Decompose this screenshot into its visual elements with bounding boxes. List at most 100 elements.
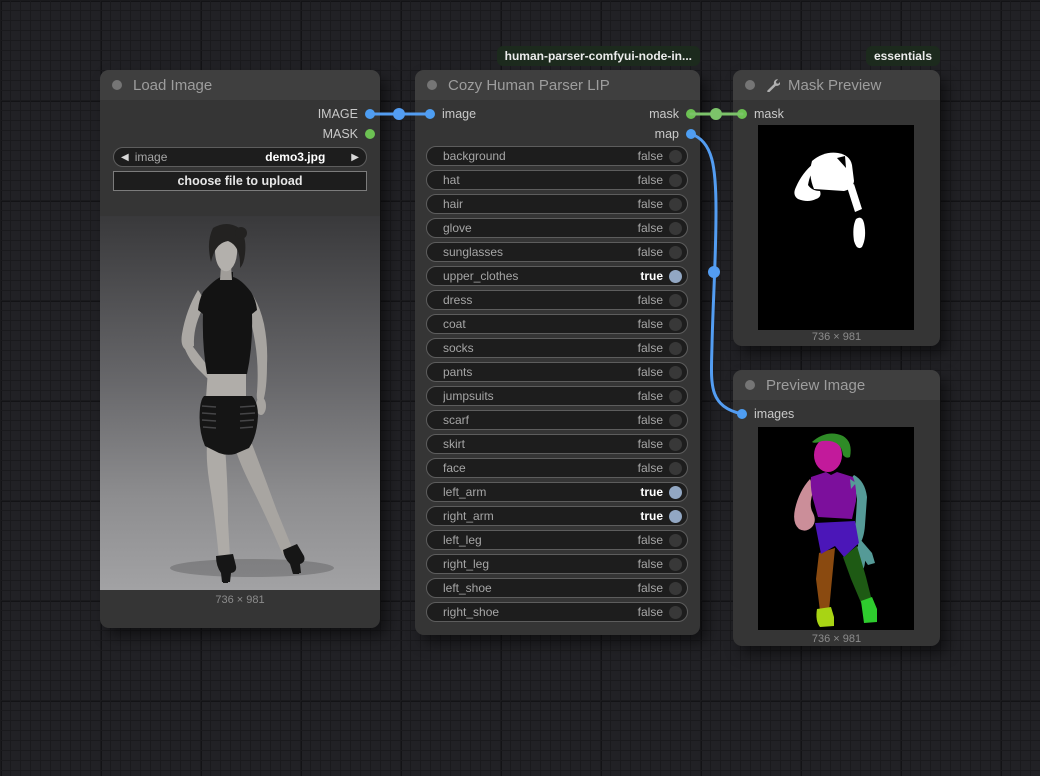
toggle-dot-icon[interactable] bbox=[669, 390, 682, 403]
toggle-dot-icon[interactable] bbox=[669, 270, 682, 283]
node-title: Preview Image bbox=[766, 377, 865, 394]
toggle-row-hair[interactable]: hairfalse bbox=[426, 194, 688, 214]
toggle-row-coat[interactable]: coatfalse bbox=[426, 314, 688, 334]
toggle-row-dress[interactable]: dressfalse bbox=[426, 290, 688, 310]
collapse-dot-icon[interactable] bbox=[427, 80, 437, 90]
output-slot-label: mask bbox=[649, 107, 679, 121]
output-slot-mask[interactable]: MASK bbox=[323, 124, 375, 144]
toggle-row-socks[interactable]: socksfalse bbox=[426, 338, 688, 358]
toggle-value: false bbox=[638, 293, 663, 307]
toggle-value: false bbox=[638, 365, 663, 379]
output-dot-map-icon[interactable] bbox=[686, 129, 696, 139]
segmentation-image-preview bbox=[758, 427, 914, 630]
toggle-row-left_arm[interactable]: left_armtrue bbox=[426, 482, 688, 502]
node-cozy-human-parser[interactable]: Cozy Human Parser LIP image mask map bac… bbox=[415, 70, 700, 635]
toggle-row-left_leg[interactable]: left_legfalse bbox=[426, 530, 688, 550]
combo-prev-arrow-icon[interactable]: ◀ bbox=[121, 152, 129, 163]
input-photo-graphic bbox=[100, 216, 380, 590]
node-title-bar[interactable]: Load Image bbox=[100, 70, 380, 100]
toggle-value: false bbox=[638, 221, 663, 235]
toggle-dot-icon[interactable] bbox=[669, 342, 682, 355]
toggle-row-left_shoe[interactable]: left_shoefalse bbox=[426, 578, 688, 598]
combo-next-arrow-icon[interactable]: ▶ bbox=[351, 152, 359, 163]
output-dot-mask-icon[interactable] bbox=[686, 109, 696, 119]
output-slot-label: map bbox=[655, 127, 679, 141]
output-slot-label: MASK bbox=[323, 127, 358, 141]
node-load-image[interactable]: Load Image IMAGE MASK ◀ image demo3.jpg … bbox=[100, 70, 380, 628]
toggle-dot-icon[interactable] bbox=[669, 246, 682, 259]
toggle-value: false bbox=[638, 389, 663, 403]
toggle-dot-icon[interactable] bbox=[669, 150, 682, 163]
toggle-row-hat[interactable]: hatfalse bbox=[426, 170, 688, 190]
toggle-row-upper_clothes[interactable]: upper_clothestrue bbox=[426, 266, 688, 286]
toggle-dot-icon[interactable] bbox=[669, 318, 682, 331]
toggle-row-right_leg[interactable]: right_legfalse bbox=[426, 554, 688, 574]
toggle-label: left_shoe bbox=[443, 581, 638, 595]
node-title-bar[interactable]: Cozy Human Parser LIP bbox=[415, 70, 700, 100]
choose-file-button[interactable]: choose file to upload bbox=[113, 171, 367, 191]
toggle-dot-icon[interactable] bbox=[669, 294, 682, 307]
link-midpoint-dot[interactable] bbox=[393, 108, 405, 120]
input-dot-mask-icon[interactable] bbox=[737, 109, 747, 119]
output-slot-map[interactable]: map bbox=[655, 124, 696, 144]
collapse-dot-icon[interactable] bbox=[745, 80, 755, 90]
toggle-dot-icon[interactable] bbox=[669, 222, 682, 235]
toggle-value: false bbox=[638, 245, 663, 259]
combo-value: demo3.jpg bbox=[265, 150, 325, 164]
toggle-row-pants[interactable]: pantsfalse bbox=[426, 362, 688, 382]
input-slot-images[interactable]: images bbox=[737, 404, 794, 424]
combo-label: image bbox=[135, 150, 266, 164]
toggle-dot-icon[interactable] bbox=[669, 606, 682, 619]
toggle-row-sunglasses[interactable]: sunglassesfalse bbox=[426, 242, 688, 262]
toggle-dot-icon[interactable] bbox=[669, 366, 682, 379]
input-slot-image[interactable]: image bbox=[425, 104, 476, 124]
toggle-dot-icon[interactable] bbox=[669, 582, 682, 595]
image-size-caption: 736 × 981 bbox=[733, 331, 940, 343]
output-dot-mask-icon[interactable] bbox=[365, 129, 375, 139]
toggle-dot-icon[interactable] bbox=[669, 486, 682, 499]
toggle-value: false bbox=[638, 533, 663, 547]
toggle-row-background[interactable]: backgroundfalse bbox=[426, 146, 688, 166]
toggle-label: right_leg bbox=[443, 557, 638, 571]
image-combo-widget[interactable]: ◀ image demo3.jpg ▶ bbox=[113, 147, 367, 167]
output-dot-image-icon[interactable] bbox=[365, 109, 375, 119]
link-midpoint-dot[interactable] bbox=[710, 108, 722, 120]
output-slot-image[interactable]: IMAGE bbox=[318, 104, 375, 124]
collapse-dot-icon[interactable] bbox=[745, 380, 755, 390]
node-title-bar[interactable]: Mask Preview bbox=[733, 70, 940, 100]
toggle-row-face[interactable]: facefalse bbox=[426, 458, 688, 478]
toggle-label: jumpsuits bbox=[443, 389, 638, 403]
toggle-row-jumpsuits[interactable]: jumpsuitsfalse bbox=[426, 386, 688, 406]
toggle-label: dress bbox=[443, 293, 638, 307]
node-badge-parser-source: human-parser-comfyui-node-in... bbox=[497, 46, 700, 66]
node-preview-image[interactable]: Preview Image images bbox=[733, 370, 940, 646]
toggle-dot-icon[interactable] bbox=[669, 510, 682, 523]
input-dot-image-icon[interactable] bbox=[425, 109, 435, 119]
toggle-label: socks bbox=[443, 341, 638, 355]
toggle-row-right_arm[interactable]: right_armtrue bbox=[426, 506, 688, 526]
toggle-dot-icon[interactable] bbox=[669, 558, 682, 571]
toggle-dot-icon[interactable] bbox=[669, 174, 682, 187]
toggle-value: false bbox=[638, 461, 663, 475]
output-slot-mask[interactable]: mask bbox=[649, 104, 696, 124]
toggle-row-glove[interactable]: glovefalse bbox=[426, 218, 688, 238]
collapse-dot-icon[interactable] bbox=[112, 80, 122, 90]
toggle-label: coat bbox=[443, 317, 638, 331]
toggle-row-skirt[interactable]: skirtfalse bbox=[426, 434, 688, 454]
toggle-dot-icon[interactable] bbox=[669, 438, 682, 451]
toggle-dot-icon[interactable] bbox=[669, 414, 682, 427]
input-slot-mask[interactable]: mask bbox=[737, 104, 784, 124]
node-title-bar[interactable]: Preview Image bbox=[733, 370, 940, 400]
node-mask-preview[interactable]: Mask Preview mask 736 × 981 bbox=[733, 70, 940, 346]
toggle-label: pants bbox=[443, 365, 638, 379]
input-photo-preview bbox=[100, 216, 380, 590]
input-dot-images-icon[interactable] bbox=[737, 409, 747, 419]
link-midpoint-dot[interactable] bbox=[708, 266, 720, 278]
toggle-row-right_shoe[interactable]: right_shoefalse bbox=[426, 602, 688, 622]
graph-canvas[interactable]: human-parser-comfyui-node-in... essentia… bbox=[0, 0, 1040, 776]
toggle-row-scarf[interactable]: scarffalse bbox=[426, 410, 688, 430]
toggle-value: false bbox=[638, 149, 663, 163]
toggle-dot-icon[interactable] bbox=[669, 534, 682, 547]
toggle-dot-icon[interactable] bbox=[669, 462, 682, 475]
toggle-dot-icon[interactable] bbox=[669, 198, 682, 211]
